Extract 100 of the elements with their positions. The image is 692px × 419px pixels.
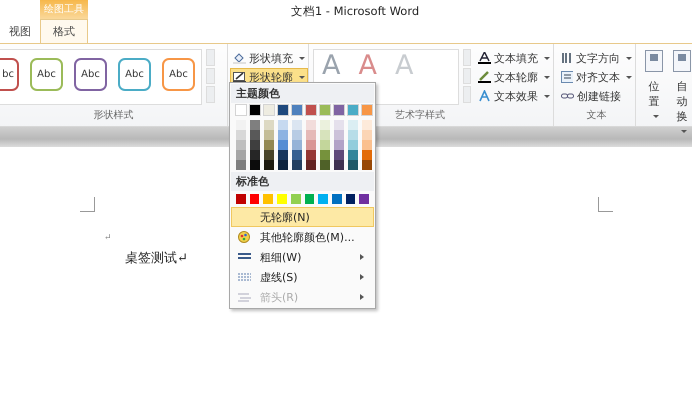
group-label: 形状样式 [92, 108, 134, 123]
color-swatch[interactable] [264, 130, 274, 140]
menu-item[interactable]: 虚线(S) [231, 267, 374, 287]
color-swatch[interactable] [236, 130, 246, 140]
color-swatch[interactable] [250, 105, 260, 115]
color-swatch[interactable] [278, 140, 288, 150]
color-swatch[interactable] [348, 160, 358, 170]
color-swatch[interactable] [348, 120, 358, 130]
color-swatch[interactable] [290, 194, 301, 204]
color-swatch[interactable] [278, 150, 288, 160]
color-swatch[interactable] [362, 130, 372, 140]
color-swatch[interactable] [348, 105, 358, 115]
context-tab-label: 绘图工具 [40, 0, 88, 19]
text-command-button[interactable]: 文字方向 [558, 49, 635, 67]
color-swatch[interactable] [236, 105, 246, 115]
caret-icon [299, 76, 305, 78]
shape-style-preset[interactable]: Abc [74, 58, 107, 91]
ribbon-tab[interactable]: 视图 [0, 19, 40, 43]
shape-command-button[interactable]: 形状填充 [230, 49, 308, 67]
color-swatch[interactable] [320, 105, 330, 115]
caret-icon [299, 56, 305, 60]
menu-item[interactable]: 无轮廓(N) [231, 207, 374, 227]
color-swatch[interactable] [264, 140, 274, 150]
color-swatch[interactable] [346, 194, 356, 204]
shape-style-preset[interactable]: Abc [118, 58, 151, 91]
color-swatch[interactable] [250, 120, 260, 130]
text-command-button[interactable]: 文本填充 [475, 49, 553, 67]
color-swatch[interactable] [320, 160, 330, 170]
color-swatch[interactable] [348, 130, 358, 140]
color-swatch[interactable] [278, 160, 288, 170]
gallery-scroll-icon[interactable] [206, 49, 215, 103]
color-swatch[interactable] [278, 130, 288, 140]
color-swatch[interactable] [250, 194, 260, 204]
color-swatch[interactable] [292, 160, 302, 170]
color-swatch[interactable] [236, 120, 246, 130]
color-swatch[interactable] [318, 194, 328, 204]
ribbon-tab[interactable]: 格式 [40, 19, 88, 43]
shape-style-preset[interactable]: Abc [162, 58, 195, 91]
color-swatch[interactable] [362, 150, 372, 160]
color-swatch[interactable] [306, 120, 316, 130]
color-swatch[interactable] [278, 120, 288, 130]
arrow-lines-icon [238, 292, 250, 302]
color-swatch[interactable] [264, 150, 274, 160]
color-swatch[interactable] [278, 105, 288, 115]
color-swatch[interactable] [264, 160, 274, 170]
text-command-button[interactable]: 文本效果 [475, 87, 553, 105]
color-swatch[interactable] [264, 120, 274, 130]
shape-style-preset[interactable]: Abc [30, 58, 63, 91]
color-swatch[interactable] [359, 194, 370, 204]
text-command-button[interactable]: 对齐文本 [558, 68, 635, 86]
align-icon [561, 71, 573, 83]
color-swatch[interactable] [277, 194, 287, 204]
color-swatch[interactable] [306, 140, 316, 150]
color-swatch[interactable] [292, 140, 302, 150]
color-swatch[interactable] [334, 140, 344, 150]
color-swatch[interactable] [292, 130, 302, 140]
color-swatch[interactable] [306, 130, 316, 140]
color-swatch[interactable] [236, 150, 246, 160]
color-swatch[interactable] [292, 105, 302, 115]
color-swatch[interactable] [250, 140, 260, 150]
color-swatch[interactable] [362, 120, 372, 130]
menu-item[interactable]: 粗细(W) [231, 247, 374, 267]
color-swatch[interactable] [250, 160, 260, 170]
color-swatch[interactable] [320, 120, 330, 130]
color-swatch[interactable] [320, 130, 330, 140]
group-label: 文本 [586, 108, 608, 123]
color-swatch[interactable] [320, 150, 330, 160]
color-swatch[interactable] [306, 105, 316, 115]
text-command-button[interactable]: 文本轮廓 [475, 68, 553, 86]
color-swatch[interactable] [334, 130, 344, 140]
color-swatch[interactable] [332, 194, 342, 204]
letter-fill-icon [478, 52, 491, 64]
color-swatch[interactable] [236, 194, 246, 204]
text-command-button[interactable]: 创建链接 [558, 87, 635, 105]
color-swatch[interactable] [306, 160, 316, 170]
color-swatch[interactable] [334, 150, 344, 160]
color-swatch[interactable] [306, 150, 316, 160]
color-swatch[interactable] [362, 105, 372, 115]
color-swatch[interactable] [263, 194, 274, 204]
color-swatch[interactable] [334, 120, 344, 130]
color-swatch[interactable] [362, 160, 372, 170]
caret-icon [652, 115, 658, 118]
color-swatch[interactable] [320, 140, 330, 150]
color-swatch[interactable] [334, 105, 344, 115]
color-swatch[interactable] [362, 140, 372, 150]
color-swatch[interactable] [236, 160, 246, 170]
dashed-lines-icon [238, 272, 250, 282]
color-swatch[interactable] [304, 194, 314, 204]
shape-style-preset[interactable]: bc [0, 58, 19, 91]
color-swatch[interactable] [264, 105, 274, 115]
color-swatch[interactable] [292, 150, 302, 160]
color-swatch[interactable] [348, 150, 358, 160]
color-swatch[interactable] [292, 120, 302, 130]
gallery-scroll-icon[interactable] [462, 49, 471, 103]
color-swatch[interactable] [348, 140, 358, 150]
color-swatch[interactable] [250, 130, 260, 140]
color-swatch[interactable] [250, 150, 260, 160]
menu-item[interactable]: 其他轮廓颜色(M)... [231, 227, 374, 247]
color-swatch[interactable] [334, 160, 344, 170]
color-swatch[interactable] [236, 140, 246, 150]
